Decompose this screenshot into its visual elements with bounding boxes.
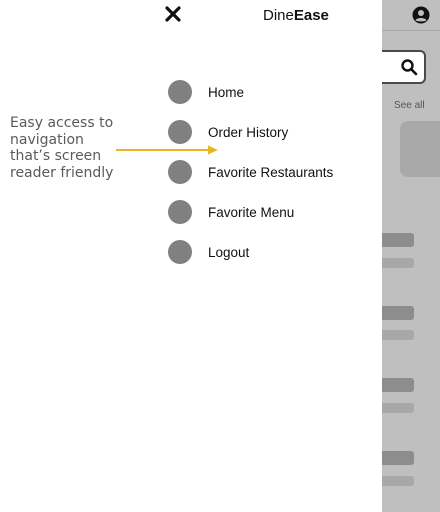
background-screen-overlay: See all — [382, 0, 440, 512]
menu-item-order-history[interactable]: Order History — [168, 120, 333, 144]
see-all-link[interactable]: See all — [394, 100, 425, 111]
brand-name-bold: Ease — [293, 7, 329, 24]
search-button[interactable] — [382, 50, 426, 84]
placeholder-circle-icon — [168, 200, 192, 224]
user-account-icon[interactable] — [412, 6, 430, 29]
annotation-arrow-icon — [116, 145, 218, 155]
placeholder-circle-icon — [168, 80, 192, 104]
close-menu-button[interactable] — [163, 5, 183, 27]
menu-item-label: Logout — [208, 244, 250, 260]
menu-item-label: Favorite Menu — [208, 204, 295, 220]
list-item-subtitle-placeholder — [382, 330, 414, 340]
menu-item-favorite-restaurants[interactable]: Favorite Restaurants — [168, 160, 333, 184]
menu-item-logout[interactable]: Logout — [168, 240, 333, 264]
placeholder-circle-icon — [168, 120, 192, 144]
navigation-menu: Home Order History Favorite Restaurants … — [168, 80, 333, 280]
placeholder-circle-icon — [168, 160, 192, 184]
list-item-title-placeholder — [382, 306, 414, 320]
list-item-title-placeholder — [382, 378, 414, 392]
list-item-title-placeholder — [382, 451, 414, 465]
list-item-subtitle-placeholder — [382, 258, 414, 268]
list-item-title-placeholder — [382, 233, 414, 247]
menu-item-favorite-menu[interactable]: Favorite Menu — [168, 200, 333, 224]
menu-item-label: Favorite Restaurants — [208, 164, 334, 180]
restaurant-card-placeholder — [400, 121, 440, 177]
app-logo: DineEase — [263, 7, 329, 24]
list-item-subtitle-placeholder — [382, 476, 414, 486]
menu-item-label: Order History — [208, 124, 289, 140]
placeholder-circle-icon — [168, 240, 192, 264]
menu-item-home[interactable]: Home — [168, 80, 333, 104]
brand-name-regular: Dine — [263, 7, 294, 24]
list-item-subtitle-placeholder — [382, 403, 414, 413]
header-divider — [382, 30, 440, 31]
design-annotation-note: Easy access to navigation that’s screen … — [10, 115, 114, 181]
menu-item-label: Home — [208, 84, 245, 100]
close-icon — [165, 5, 181, 27]
